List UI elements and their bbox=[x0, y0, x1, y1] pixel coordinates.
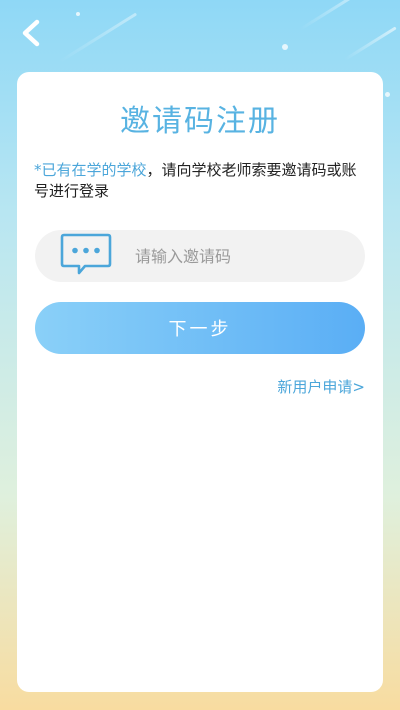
notice-highlight: *已有在学的学校 bbox=[34, 161, 147, 179]
light-streak bbox=[344, 26, 397, 61]
light-streak bbox=[59, 12, 138, 63]
chevron-left-icon bbox=[22, 19, 40, 47]
sparkle-dot bbox=[282, 44, 288, 50]
back-button[interactable] bbox=[14, 16, 48, 50]
invite-code-input[interactable] bbox=[135, 230, 350, 282]
login-notice: *已有在学的学校，请向学校老师索要邀请码或账号进行登录 bbox=[34, 160, 370, 202]
page-title: 邀请码注册 bbox=[120, 104, 280, 139]
light-streak bbox=[299, 0, 400, 31]
sparkle-dot bbox=[385, 92, 390, 97]
sparkle-dot bbox=[76, 12, 80, 16]
new-user-apply-link[interactable]: 新用户申请> bbox=[277, 376, 365, 397]
register-card: 邀请码注册 *已有在学的学校，请向学校老师索要邀请码或账号进行登录 下一步 新用… bbox=[17, 72, 383, 692]
invite-code-field[interactable] bbox=[35, 230, 365, 282]
chat-bubble-icon bbox=[60, 233, 112, 275]
next-step-button[interactable]: 下一步 bbox=[35, 302, 365, 354]
